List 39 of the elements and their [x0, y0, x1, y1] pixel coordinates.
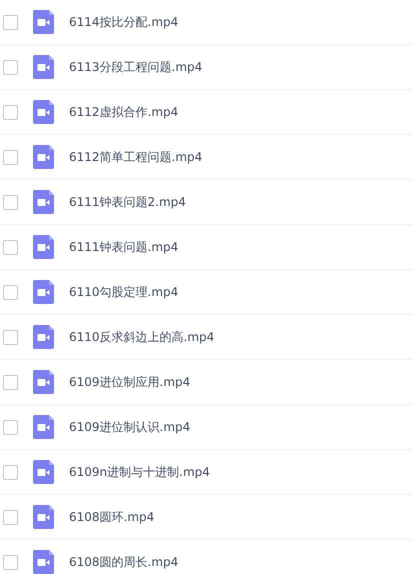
checkbox[interactable]: [3, 60, 18, 74]
checkbox[interactable]: [3, 284, 18, 300]
file-name[interactable]: 6112简单工程问题.mp4: [69, 148, 202, 166]
checkbox[interactable]: [3, 420, 18, 434]
file-name[interactable]: 6108圆的周长.mp4: [69, 554, 178, 570]
checkbox[interactable]: [3, 374, 18, 390]
video-file-icon: [33, 460, 54, 484]
video-file-icon: [33, 100, 54, 124]
file-name[interactable]: 6111钟表问题.mp4: [69, 238, 178, 256]
video-file-icon: [33, 325, 54, 349]
file-name[interactable]: 6114按比分配.mp4: [69, 14, 178, 30]
checkbox[interactable]: [3, 194, 18, 210]
checkbox[interactable]: [3, 330, 18, 344]
file-name[interactable]: 6113分段工程问题.mp4: [69, 58, 202, 76]
file-name[interactable]: 6110勾股定理.mp4: [69, 284, 178, 300]
video-file-icon: [33, 505, 54, 529]
file-name[interactable]: 6110反求斜边上的高.mp4: [69, 328, 214, 346]
video-file-icon: [33, 550, 54, 574]
checkbox[interactable]: [3, 104, 18, 120]
file-name[interactable]: 6109进位制应用.mp4: [69, 374, 190, 390]
file-name[interactable]: 6108圆环.mp4: [69, 508, 154, 526]
video-file-icon: [33, 145, 54, 169]
video-file-icon: [33, 415, 54, 439]
video-file-icon: [33, 235, 54, 259]
file-name[interactable]: 6109n进制与十进制.mp4: [69, 464, 210, 480]
checkbox[interactable]: [3, 510, 18, 524]
checkbox[interactable]: [3, 150, 18, 164]
file-name[interactable]: 6111钟表问题2.mp4: [69, 194, 186, 210]
checkbox[interactable]: [3, 554, 18, 570]
video-file-icon: [33, 370, 54, 394]
file-name[interactable]: 6109进位制认识.mp4: [69, 418, 190, 436]
checkbox[interactable]: [3, 464, 18, 480]
video-file-icon: [33, 190, 54, 214]
file-name[interactable]: 6112虚拟合作.mp4: [69, 104, 178, 120]
video-file-icon: [33, 10, 54, 34]
checkbox[interactable]: [3, 14, 18, 30]
video-file-icon: [33, 55, 54, 79]
video-file-icon: [33, 280, 54, 304]
checkbox[interactable]: [3, 240, 18, 254]
